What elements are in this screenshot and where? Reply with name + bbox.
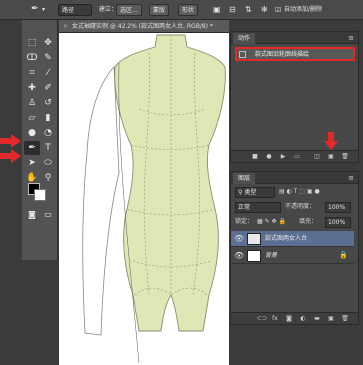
layer-name: 背景 <box>265 252 278 259</box>
opacity-label: 不透明度： <box>285 203 316 210</box>
stop-icon[interactable]: ■ <box>251 153 259 161</box>
record-icon[interactable]: ● <box>265 153 273 161</box>
gradient-tool-icon[interactable]: ▮ <box>40 111 56 125</box>
lasso-tool-icon[interactable]: ↀ <box>24 51 40 65</box>
crop-tool-icon[interactable]: ⌗ <box>24 66 40 80</box>
search-icon: ⚲ <box>238 189 243 196</box>
red-arrow-new-action-icon <box>324 132 338 150</box>
action-toggle-checkbox[interactable] <box>239 51 246 58</box>
fill-input[interactable]: 100% <box>325 217 351 228</box>
ellipse-tool-icon[interactable]: ⬭ <box>40 156 56 170</box>
layers-panel-footer: ⊂⊃ fx ◙ ◐ ▬ ▣ 🗑 <box>231 312 358 324</box>
sleeve-outline <box>82 66 120 336</box>
eye-icon[interactable]: 👁 <box>234 251 244 261</box>
eyedropper-tool-icon[interactable]: ⁄ <box>40 66 56 80</box>
path-operations-icon[interactable]: ▣ <box>210 4 224 16</box>
brush-tool-icon[interactable]: ✐ <box>40 81 56 95</box>
tool-preset-caret-icon[interactable]: ▾ <box>39 4 48 16</box>
make-mask-button[interactable]: 蒙版 <box>149 4 170 16</box>
pen-tool-icon[interactable]: ✒ <box>24 141 40 155</box>
type-tool-icon[interactable]: T <box>40 141 56 155</box>
blur-tool-icon[interactable]: ● <box>24 126 40 140</box>
actions-panel: 动作 ≡ 款式图沿轮廓线描绘 ■ ● ▶ ▭ ◫ ▣ 🗑 <box>230 31 359 163</box>
path-arrangement-icon[interactable]: ⇅ <box>242 4 255 16</box>
mannequin-body <box>114 34 226 332</box>
document-title: 女式袖窿实例 @ 42.2% (款式图两女人台, RGB/8) * <box>71 23 213 30</box>
folder-icon[interactable]: ▬ <box>313 315 321 323</box>
layer-name: 款式图两女人台 <box>265 235 308 242</box>
panel-menu-icon[interactable]: ≡ <box>348 173 354 183</box>
lock-icons[interactable]: ▦ ✎ ✥ 🔒 <box>257 217 286 227</box>
move-tool-icon[interactable]: ✥ <box>40 36 56 50</box>
quick-selection-tool-icon[interactable]: ✎ <box>40 51 56 65</box>
quick-mask-icon[interactable]: ◙ <box>24 208 40 222</box>
background-color-swatch[interactable] <box>34 189 46 201</box>
lock-label: 锁定： <box>235 218 254 225</box>
canvas[interactable] <box>59 33 229 365</box>
dodge-tool-icon[interactable]: ◔ <box>40 126 56 140</box>
tools-panel: ⬚ ✥ ↀ ✎ ⌗ ⁄ ✚ ✐ ♙ ↺ ▱ ▮ ● ◔ ✒ T ➤ ⬭ ✋ ⚲ … <box>22 20 58 260</box>
new-layer-icon[interactable]: ▣ <box>327 315 335 323</box>
close-document-icon[interactable]: × <box>63 23 68 30</box>
make-shape-button[interactable]: 形状 <box>178 4 199 16</box>
new-set-icon[interactable]: ▭ <box>293 153 301 161</box>
layers-panel: 图层 ≡ ⚲ 类型 ▤ ◐ T ⬚ ▣ ● 正常 不透明度： 100% 锁定： … <box>230 171 359 325</box>
mode-select[interactable]: 路径 <box>58 4 92 16</box>
actions-tab[interactable]: 动作 <box>233 33 256 44</box>
lock-icon: 🔒 <box>339 251 348 259</box>
mask-icon[interactable]: ◙ <box>285 315 293 323</box>
new-action-highlight-icon[interactable]: ▣ <box>327 153 335 161</box>
blend-mode-select[interactable]: 正常 <box>235 202 281 213</box>
filter-kind-select[interactable]: ⚲ 类型 <box>235 187 275 198</box>
delete-icon[interactable]: 🗑 <box>341 315 349 323</box>
screen-mode-icon[interactable]: ▭ <box>40 208 56 222</box>
layer-row[interactable]: 👁 背景 🔒 <box>231 248 354 264</box>
action-item-label: 款式图沿轮廓线描绘 <box>255 51 310 58</box>
clone-stamp-tool-icon[interactable]: ♙ <box>24 96 40 110</box>
zoom-tool-icon[interactable]: ⚲ <box>40 171 56 185</box>
red-arrow-selection-icon <box>0 149 21 163</box>
options-bar: ✒ ▾ 路径 建立： 选区... 蒙版 形状 ▣ ⊟ ⇅ ✻ ☑ 自动添加/删除 <box>0 0 363 20</box>
layers-tab[interactable]: 图层 <box>233 173 256 184</box>
adjustment-icon[interactable]: ◐ <box>299 315 307 323</box>
filter-icons[interactable]: ▤ ◐ T ⬚ ▣ ● <box>279 187 320 197</box>
eye-icon[interactable]: 👁 <box>234 234 244 244</box>
document-tab[interactable]: × 女式袖窿实例 @ 42.2% (款式图两女人台, RGB/8) * <box>59 20 229 33</box>
new-action-icon[interactable]: ◫ <box>313 153 321 161</box>
action-item[interactable]: 款式图沿轮廓线描绘 <box>235 47 355 61</box>
history-brush-tool-icon[interactable]: ↺ <box>40 96 56 110</box>
photoshop-window: ✒ ▾ 路径 建立： 选区... 蒙版 形状 ▣ ⊟ ⇅ ✻ ☑ 自动添加/删除… <box>0 0 363 365</box>
fx-icon[interactable]: fx <box>271 315 279 323</box>
delete-icon[interactable]: 🗑 <box>341 153 349 161</box>
gear-icon[interactable]: ✻ <box>258 4 271 16</box>
panel-menu-icon[interactable]: ≡ <box>348 33 354 43</box>
red-arrow-pen-icon <box>0 134 21 148</box>
mannequin-drawing <box>82 34 226 364</box>
actions-panel-footer: ■ ● ▶ ▭ ◫ ▣ 🗑 <box>231 150 358 162</box>
layer-thumbnail <box>247 233 261 245</box>
auto-add-delete-label: 自动添加/删除 <box>284 6 323 13</box>
path-selection-tool-icon[interactable]: ➤ <box>24 156 40 170</box>
layer-row-selected[interactable]: 👁 款式图两女人台 <box>231 231 354 247</box>
opacity-input[interactable]: 100% <box>325 202 351 213</box>
actions-panel-header: 动作 ≡ <box>231 32 358 44</box>
play-icon[interactable]: ▶ <box>279 153 287 161</box>
make-selection-button[interactable]: 选区... <box>116 4 142 16</box>
layers-panel-header: 图层 ≡ <box>231 172 358 184</box>
path-alignment-icon[interactable]: ⊟ <box>226 4 239 16</box>
link-icon[interactable]: ⊂⊃ <box>257 315 267 323</box>
healing-brush-tool-icon[interactable]: ✚ <box>24 81 40 95</box>
fill-label: 填充： <box>299 218 318 225</box>
eraser-tool-icon[interactable]: ▱ <box>24 111 40 125</box>
filter-kind-value: 类型 <box>244 189 257 196</box>
marquee-tool-icon[interactable]: ⬚ <box>24 36 40 50</box>
layer-thumbnail <box>247 250 261 262</box>
